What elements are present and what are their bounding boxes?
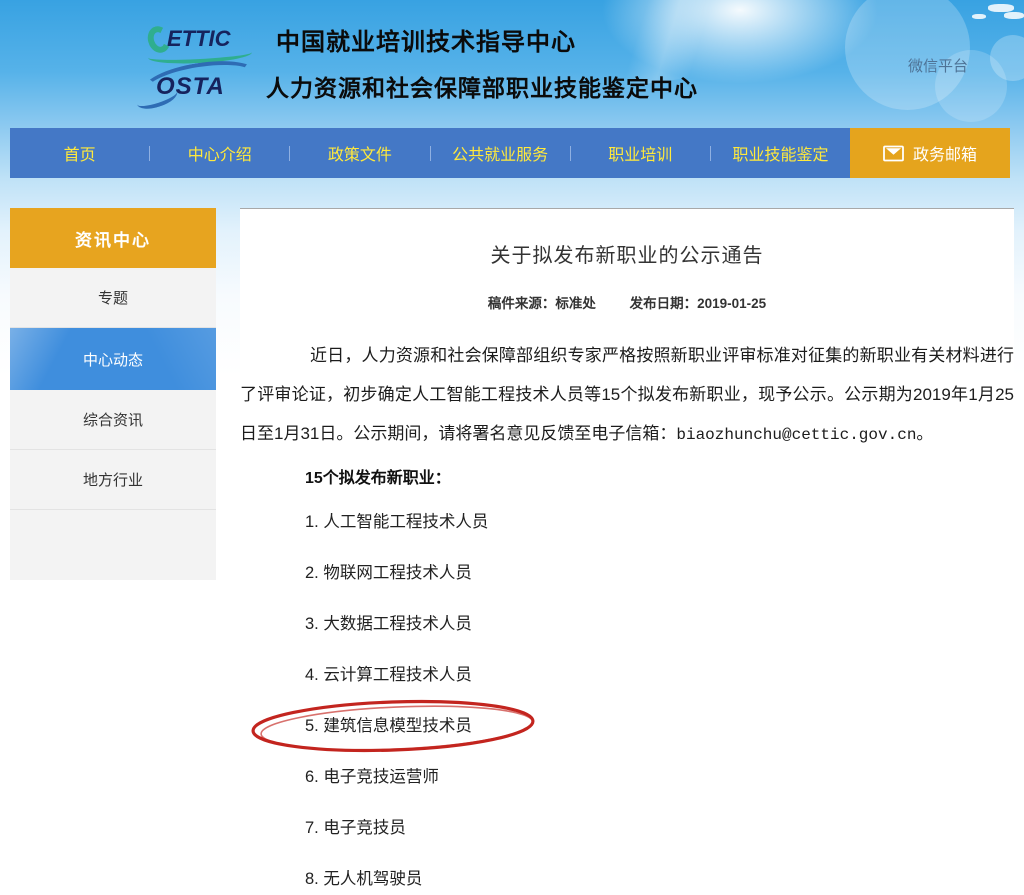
osta-wordmark: OSTA bbox=[156, 73, 225, 101]
nav-item-public-employment[interactable]: 公共就业服务 bbox=[431, 141, 570, 165]
nav-item-vocational-training[interactable]: 职业培训 bbox=[571, 141, 710, 165]
list-item-8: 8. 无人机驾驶员 bbox=[305, 854, 1014, 895]
paragraph-text-end: 。 bbox=[916, 424, 933, 443]
cloud-decoration bbox=[988, 4, 1014, 12]
osta-logo[interactable]: OSTA bbox=[148, 67, 252, 105]
nav-item-skill-appraisal[interactable]: 职业技能鉴定 bbox=[711, 141, 850, 165]
article-publish-date: 发布日期：2019-01-25 bbox=[630, 296, 767, 311]
article-panel: 关于拟发布新职业的公示通告 稿件来源：标准处 发布日期：2019-01-25 近… bbox=[240, 208, 1014, 895]
list-item-4: 4. 云计算工程技术人员 bbox=[305, 650, 1014, 701]
osta-logo-row[interactable]: OSTA 人力资源和社会保障部职业技能鉴定中心 bbox=[148, 67, 698, 105]
sidebar-footer-spacer bbox=[10, 510, 216, 580]
article-source: 稿件来源：标准处 bbox=[488, 296, 596, 311]
list-heading: 15个拟发布新职业： bbox=[305, 461, 1014, 497]
list-item-2: 2. 物联网工程技术人员 bbox=[305, 548, 1014, 599]
sidebar-item-center-news-active[interactable]: 中心动态 bbox=[10, 328, 216, 390]
list-item-7: 7. 电子竞技员 bbox=[305, 803, 1014, 854]
gov-mailbox-label: 政务邮箱 bbox=[913, 141, 977, 165]
sidebar: 资讯中心 专题 中心动态 综合资讯 地方行业 bbox=[10, 208, 216, 580]
list-item-1: 1. 人工智能工程技术人员 bbox=[305, 497, 1014, 548]
sidebar-item-comprehensive-news[interactable]: 综合资讯 bbox=[10, 390, 216, 450]
nav-links: 首页 中心介绍 政策文件 公共就业服务 职业培训 职业技能鉴定 bbox=[10, 128, 850, 178]
cettic-logo[interactable]: ETTIC bbox=[148, 20, 260, 58]
sidebar-header-news-center: 资讯中心 bbox=[10, 208, 216, 268]
nav-item-home[interactable]: 首页 bbox=[10, 141, 149, 165]
cloud-decoration bbox=[972, 14, 986, 19]
site-title-cettic: 中国就业培训技术指导中心 bbox=[276, 22, 576, 57]
list-item-5-circled: 5. 建筑信息模型技术员 bbox=[305, 701, 1014, 752]
article-paragraph: 近日，人力资源和社会保障部组织专家严格按照新职业评审标准对征集的新职业有关材料进… bbox=[240, 336, 1014, 455]
list-item-5-text: 5. 建筑信息模型技术员 bbox=[305, 717, 472, 735]
list-item-3: 3. 大数据工程技术人员 bbox=[305, 599, 1014, 650]
new-occupations-list: 15个拟发布新职业： 1. 人工智能工程技术人员 2. 物联网工程技术人员 3.… bbox=[240, 461, 1014, 895]
sidebar-item-local-industry[interactable]: 地方行业 bbox=[10, 450, 216, 510]
envelope-icon bbox=[883, 145, 904, 162]
nav-item-center-intro[interactable]: 中心介绍 bbox=[150, 141, 289, 165]
cloud-decoration bbox=[1004, 12, 1024, 19]
list-item-6: 6. 电子竞技运营师 bbox=[305, 752, 1014, 803]
main-navigation: 首页 中心介绍 政策文件 公共就业服务 职业培训 职业技能鉴定 政务邮箱 bbox=[10, 128, 1010, 178]
gov-mailbox-button[interactable]: 政务邮箱 bbox=[850, 128, 1010, 178]
nav-item-policy-documents[interactable]: 政策文件 bbox=[290, 141, 429, 165]
cettic-logo-row[interactable]: ETTIC 中国就业培训技术指导中心 bbox=[148, 20, 698, 58]
wechat-platform-link[interactable]: 微信平台 bbox=[908, 55, 968, 76]
sidebar-item-special-topics[interactable]: 专题 bbox=[10, 268, 216, 328]
site-title-osta: 人力资源和社会保障部职业技能鉴定中心 bbox=[266, 69, 698, 103]
article-meta: 稿件来源：标准处 发布日期：2019-01-25 bbox=[240, 292, 1014, 312]
contact-email: biaozhunchu@cettic.gov.cn bbox=[676, 426, 916, 444]
header: ETTIC 中国就业培训技术指导中心 OSTA 人力资源和社会保障部职业技能鉴定… bbox=[148, 20, 698, 105]
article-title: 关于拟发布新职业的公示通告 bbox=[240, 239, 1014, 268]
page: ETTIC 中国就业培训技术指导中心 OSTA 人力资源和社会保障部职业技能鉴定… bbox=[0, 0, 1024, 895]
